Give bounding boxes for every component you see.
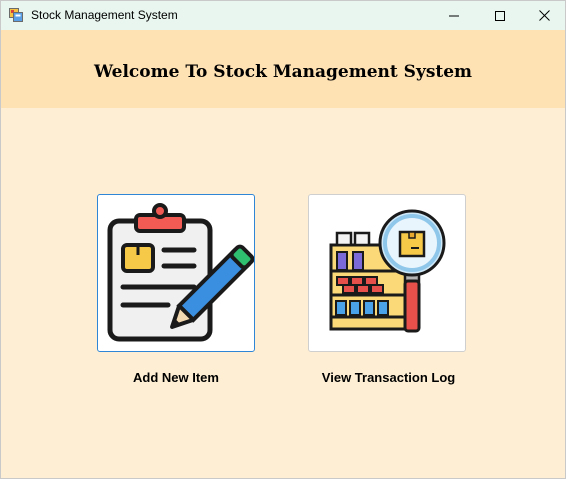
clipboard-pencil-icon (107, 203, 254, 342)
warehouse-magnifier-icon (329, 209, 446, 333)
close-button[interactable] (521, 1, 566, 30)
title-bar[interactable]: Stock Management System (1, 1, 565, 30)
add-new-item-label: Add New Item (133, 370, 219, 385)
window-title: Stock Management System (31, 8, 178, 22)
app-window-icon (9, 8, 23, 22)
view-transaction-log-label: View Transaction Log (321, 370, 456, 385)
minimize-icon (449, 15, 459, 16)
welcome-heading: Welcome To Stock Management System (93, 62, 473, 82)
close-icon (538, 10, 550, 21)
minimize-button[interactable] (431, 1, 477, 30)
main-window: Stock Management System Welcome To Stock… (0, 0, 566, 479)
view-transaction-log-button[interactable] (308, 194, 466, 352)
add-new-item-button[interactable] (97, 194, 255, 352)
maximize-button[interactable] (477, 1, 523, 30)
maximize-icon (495, 10, 505, 21)
header-banner: Welcome To Stock Management System (1, 30, 565, 108)
